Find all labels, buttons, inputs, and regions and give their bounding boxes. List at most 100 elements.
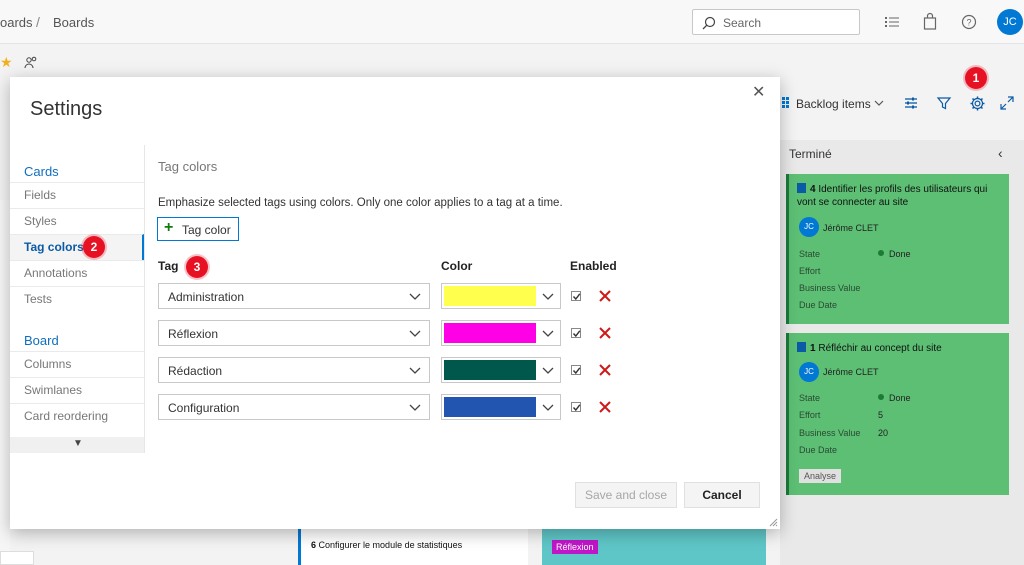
team-members-icon[interactable]	[24, 56, 38, 70]
backlog-icon	[782, 97, 789, 108]
color-swatch	[444, 360, 536, 380]
delete-tag-color-icon[interactable]	[598, 363, 612, 377]
svg-text:?: ?	[966, 18, 971, 28]
settings-dialog: Settings ✕ Cards Fields Styles Tag color…	[10, 77, 780, 529]
enabled-checkbox[interactable]	[571, 328, 581, 338]
nav-section-cards[interactable]: Cards	[24, 164, 59, 179]
resize-grip-icon[interactable]	[768, 517, 778, 527]
backlog-level-dropdown[interactable]: Backlog items	[796, 97, 871, 111]
color-picker[interactable]	[441, 357, 561, 383]
view-options-icon[interactable]	[903, 95, 919, 111]
nav-item-columns[interactable]: Columns	[10, 351, 144, 377]
delete-tag-color-icon[interactable]	[598, 289, 612, 303]
delete-tag-color-icon[interactable]	[598, 400, 612, 414]
field-label: Effort	[799, 410, 821, 420]
search-box[interactable]: Search	[692, 9, 860, 35]
tag-select[interactable]: Rédaction	[158, 357, 430, 383]
field-label: Due Date	[799, 300, 838, 310]
column-header-color: Color	[441, 259, 473, 273]
close-icon[interactable]: ✕	[752, 82, 765, 102]
save-and-close-button[interactable]: Save and close	[575, 482, 677, 508]
list-icon[interactable]	[882, 12, 902, 32]
help-icon[interactable]: ?	[959, 12, 979, 32]
tag-select-value: Réflexion	[168, 327, 219, 341]
settings-gear-icon[interactable]	[969, 95, 986, 112]
breadcrumb-boards-parent[interactable]: oards	[0, 15, 33, 30]
callout-2-badge: 2	[83, 236, 105, 258]
enabled-checkbox[interactable]	[571, 402, 581, 412]
nav-item-tests[interactable]: Tests	[10, 286, 144, 312]
nav-item-card-reordering[interactable]: Card reordering	[10, 403, 144, 429]
card-tag[interactable]: Analyse	[799, 469, 842, 483]
color-picker[interactable]	[441, 320, 561, 346]
top-bar: oards / Boards Search ? JC	[0, 0, 1024, 44]
enabled-checkbox[interactable]	[571, 365, 581, 375]
favorite-star-icon[interactable]: ★	[0, 54, 13, 71]
color-swatch	[444, 397, 536, 417]
field-value-state[interactable]: Done	[878, 249, 911, 259]
backlog-item-icon	[797, 342, 806, 352]
chevron-down-icon	[409, 401, 421, 415]
field-value-business-value[interactable]: 20	[878, 428, 888, 438]
nav-item-fields[interactable]: Fields	[10, 182, 144, 208]
filter-icon[interactable]	[936, 95, 952, 111]
field-value-effort[interactable]: 5	[878, 410, 883, 420]
chevron-down-icon	[542, 401, 554, 415]
card-tag[interactable]: Réflexion	[552, 540, 598, 554]
tag-select-value: Rédaction	[168, 364, 223, 378]
nav-item-tag-colors[interactable]: Tag colors	[10, 234, 144, 260]
nav-item-swimlanes[interactable]: Swimlanes	[10, 377, 144, 403]
work-item-card[interactable]: 4 Identifier les profils des utilisateur…	[786, 174, 1009, 324]
shopping-bag-icon[interactable]	[920, 12, 940, 32]
state-dot-icon	[878, 394, 884, 400]
card-owner[interactable]: Jérôme CLET	[823, 367, 879, 377]
tag-select[interactable]: Administration	[158, 283, 430, 309]
nav-item-styles[interactable]: Styles	[10, 208, 144, 234]
nav-item-annotations[interactable]: Annotations	[10, 260, 144, 286]
field-label: Business Value	[799, 283, 861, 293]
nav-section-board[interactable]: Board	[24, 333, 59, 348]
callout-1-badge: 1	[965, 67, 987, 89]
column-header-tag: Tag	[158, 259, 179, 273]
left-column-edge	[0, 200, 10, 565]
field-label: Due Date	[799, 445, 838, 455]
field-value-state[interactable]: Done	[878, 393, 911, 403]
tag-select[interactable]: Réflexion	[158, 320, 430, 346]
color-swatch	[444, 323, 536, 343]
fullscreen-icon[interactable]	[999, 95, 1015, 111]
card-title[interactable]: 1 Réfléchir au concept du site	[797, 342, 1007, 355]
chevron-down-icon	[409, 290, 421, 304]
chevron-down-icon[interactable]	[874, 100, 884, 106]
section-title: Tag colors	[158, 159, 218, 174]
delete-tag-color-icon[interactable]	[598, 326, 612, 340]
user-avatar[interactable]: JC	[997, 9, 1023, 35]
field-label: State	[799, 249, 821, 259]
color-picker[interactable]	[441, 283, 561, 309]
search-placeholder: Search	[723, 16, 762, 30]
field-label: Business Value	[799, 428, 861, 438]
tag-select-value: Administration	[168, 290, 245, 304]
work-item-card[interactable]: 1 Réfléchir au concept du site JC Jérôme…	[786, 333, 1009, 495]
work-item-card[interactable]: 6 Configurer le module de statistiques	[298, 528, 528, 565]
done-column-header: Terminé	[789, 147, 832, 161]
breadcrumb-boards[interactable]: Boards	[53, 15, 94, 30]
card-owner[interactable]: Jérôme CLET	[823, 223, 879, 233]
checkmark-icon	[572, 367, 581, 375]
enabled-checkbox[interactable]	[571, 291, 581, 301]
tag-select[interactable]: Configuration	[158, 394, 430, 420]
nav-scroll-down[interactable]: ▼	[10, 437, 144, 453]
card-title[interactable]: 4 Identifier les profils des utilisateur…	[797, 183, 1007, 209]
chevron-down-icon	[542, 364, 554, 378]
column-header-enabled: Enabled	[570, 259, 617, 273]
card-title[interactable]: 6 Configurer le module de statistiques	[311, 540, 462, 550]
color-picker[interactable]	[441, 394, 561, 420]
add-tag-color-button[interactable]: + Tag color	[157, 217, 239, 241]
callout-3-badge: 3	[186, 256, 208, 278]
search-icon	[702, 16, 716, 30]
cancel-button[interactable]: Cancel	[684, 482, 760, 508]
work-item-card[interactable]: Réflexion	[542, 528, 766, 565]
field-label: State	[799, 393, 821, 403]
collapse-column-icon[interactable]: ‹	[998, 145, 1003, 161]
checkmark-icon	[572, 404, 581, 412]
card-id: 1	[810, 343, 816, 354]
